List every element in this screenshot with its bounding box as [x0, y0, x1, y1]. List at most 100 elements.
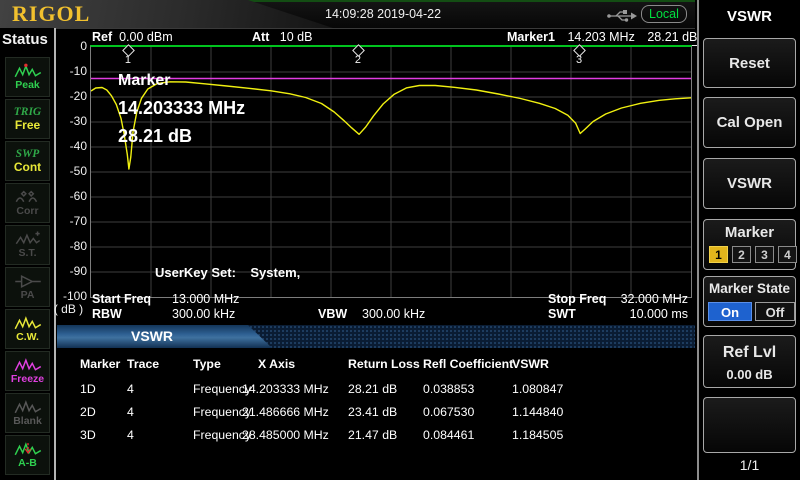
table-row-2-cell-1: 4	[127, 428, 134, 442]
marker-select-button[interactable]: Marker 1234	[703, 219, 796, 270]
corr-label: Corr	[16, 206, 38, 217]
table-row-2-cell-0: 3D	[80, 428, 96, 442]
trace-plot	[91, 47, 691, 297]
marker-state-on[interactable]: On	[708, 302, 752, 321]
table-row-1-cell-1: 4	[127, 405, 134, 419]
ref-lvl-button[interactable]: Ref Lvl 0.00 dB	[703, 335, 796, 388]
ab-icon	[14, 441, 42, 458]
start-freq-label: Start Freq	[92, 292, 151, 306]
blank-label: Blank	[13, 416, 42, 427]
y-tick: -60	[56, 189, 87, 203]
y-tick: -50	[56, 164, 87, 178]
vswr-button[interactable]: VSWR	[703, 158, 796, 209]
marker-state-button[interactable]: Marker State OnOff	[703, 276, 796, 327]
table-row-2-cell-4: 21.47 dB	[348, 428, 397, 442]
status-item-cw: C.W.	[5, 309, 50, 349]
freeze-label: Freeze	[11, 374, 44, 385]
pa-label: PA	[21, 290, 35, 301]
swt-field: SWT	[548, 307, 576, 321]
status-item-pa: PA	[5, 267, 50, 307]
swt-value: 10.000 ms	[600, 307, 688, 321]
y-tick: -90	[56, 264, 87, 278]
ab-label: A-B	[18, 458, 37, 469]
table-header-refl-coefficient: Refl Coefficient	[423, 357, 513, 371]
marker-overlay-amp: 28.21 dB	[118, 126, 192, 147]
table-row-0-cell-0: 1D	[80, 382, 96, 396]
userkey-status: UserKey Set: System,	[155, 265, 300, 280]
cw-label: C.W.	[16, 332, 39, 343]
rigol-logo: RIGOL	[12, 1, 90, 27]
marker-option-3[interactable]: 3	[755, 246, 774, 263]
trig-value-label: Free	[15, 119, 40, 132]
y-tick: -30	[56, 114, 87, 128]
marker-overlay-freq: 14.203333 MHz	[118, 98, 245, 119]
table-row-0-cell-3: 14.203333 MHz	[242, 382, 329, 396]
cw-icon	[14, 315, 42, 332]
y-tick: -20	[56, 89, 87, 103]
reset-button[interactable]: Reset	[703, 38, 796, 88]
ref-label: Ref	[92, 30, 112, 44]
marker-2-number: 2	[351, 54, 365, 66]
status-sidebar: Status PeakTRIGFreeSWPContCorrS.T.PAC.W.…	[0, 28, 56, 480]
status-item-swp: SWPCont	[5, 141, 50, 181]
status-item-ab: A-B	[5, 435, 50, 475]
blank-icon	[14, 399, 42, 416]
table-header-type: Type	[193, 357, 221, 371]
cal-open-button[interactable]: Cal Open	[703, 97, 796, 148]
att-value: 10 dB	[280, 30, 313, 44]
marker-option-2[interactable]: 2	[732, 246, 751, 263]
stop-freq-value: 32.000 MHz	[600, 292, 688, 306]
status-title: Status	[2, 31, 48, 48]
vbw-value: 300.00 kHz	[362, 307, 425, 321]
table-header-marker: Marker	[80, 357, 120, 371]
freeze-icon	[14, 357, 42, 374]
menu-title: VSWR	[699, 8, 800, 25]
vbw-field: VBW	[318, 307, 347, 321]
vbw-label: VBW	[318, 307, 347, 321]
clock-datetime: 14:09:28 2019-04-22	[325, 7, 441, 21]
table-row-2-cell-3: 28.485000 MHz	[242, 428, 329, 442]
marker-option-1[interactable]: 1	[709, 246, 728, 263]
vswr-banner-title: VSWR	[57, 328, 247, 344]
att-label: Att	[252, 30, 269, 44]
marker-readout-label: Marker1	[507, 30, 555, 46]
table-row-0-cell-5: 0.038853	[423, 382, 474, 396]
table-row-2-cell-5: 0.084461	[423, 428, 474, 442]
y-tick: -100	[56, 289, 87, 303]
y-tick: 0	[56, 39, 87, 53]
marker-select-label: Marker	[704, 224, 795, 241]
table-row-1-cell-5: 0.067530	[423, 405, 474, 419]
y-axis-unit: ( dB )	[50, 302, 87, 316]
marker-readout-header: Marker1 14.203 MHz 28.21 dB	[507, 30, 697, 46]
y-tick: -40	[56, 139, 87, 153]
ref-lvl-value: 0.00 dB	[704, 367, 795, 382]
y-tick: -80	[56, 239, 87, 253]
table-row-2-cell-6: 1.184505	[512, 428, 563, 442]
start-freq-value: 13.000 MHz	[172, 292, 239, 306]
usb-icon	[606, 8, 638, 23]
ref-att-header: Ref 0.00 dBm	[92, 30, 182, 46]
status-item-trig: TRIGFree	[5, 99, 50, 139]
table-row-1-cell-3: 21.486666 MHz	[242, 405, 329, 419]
top-bar: RIGOL 14:09:28 2019-04-22 Local	[0, 0, 695, 29]
page-indicator: 1/1	[699, 457, 800, 473]
table-row-1-cell-6: 1.144840	[512, 405, 563, 419]
graph-area	[90, 45, 692, 298]
swp-value-label: Cont	[14, 161, 41, 174]
softkey-panel: VSWR Reset Cal Open VSWR Marker 1234 Mar…	[697, 0, 800, 480]
swt-label: SWT	[548, 307, 576, 321]
rbw-value: 300.00 kHz	[172, 307, 235, 321]
ref-lvl-label: Ref Lvl	[704, 344, 795, 362]
marker-state-off[interactable]: Off	[755, 302, 795, 321]
marker-state-label: Marker State	[704, 281, 795, 296]
peak-icon	[14, 63, 42, 80]
ref-value: 0.00 dBm	[119, 30, 173, 44]
status-item-freeze: Freeze	[5, 351, 50, 391]
marker-option-4[interactable]: 4	[778, 246, 797, 263]
table-row-0-cell-6: 1.080847	[512, 382, 563, 396]
st-label: S.T.	[18, 248, 36, 259]
marker-readout-amp: 28.21 dB	[647, 30, 697, 46]
marker-overlay-title: Marker	[118, 72, 170, 90]
y-tick: -70	[56, 214, 87, 228]
stop-freq-label: Stop Freq	[548, 292, 606, 306]
